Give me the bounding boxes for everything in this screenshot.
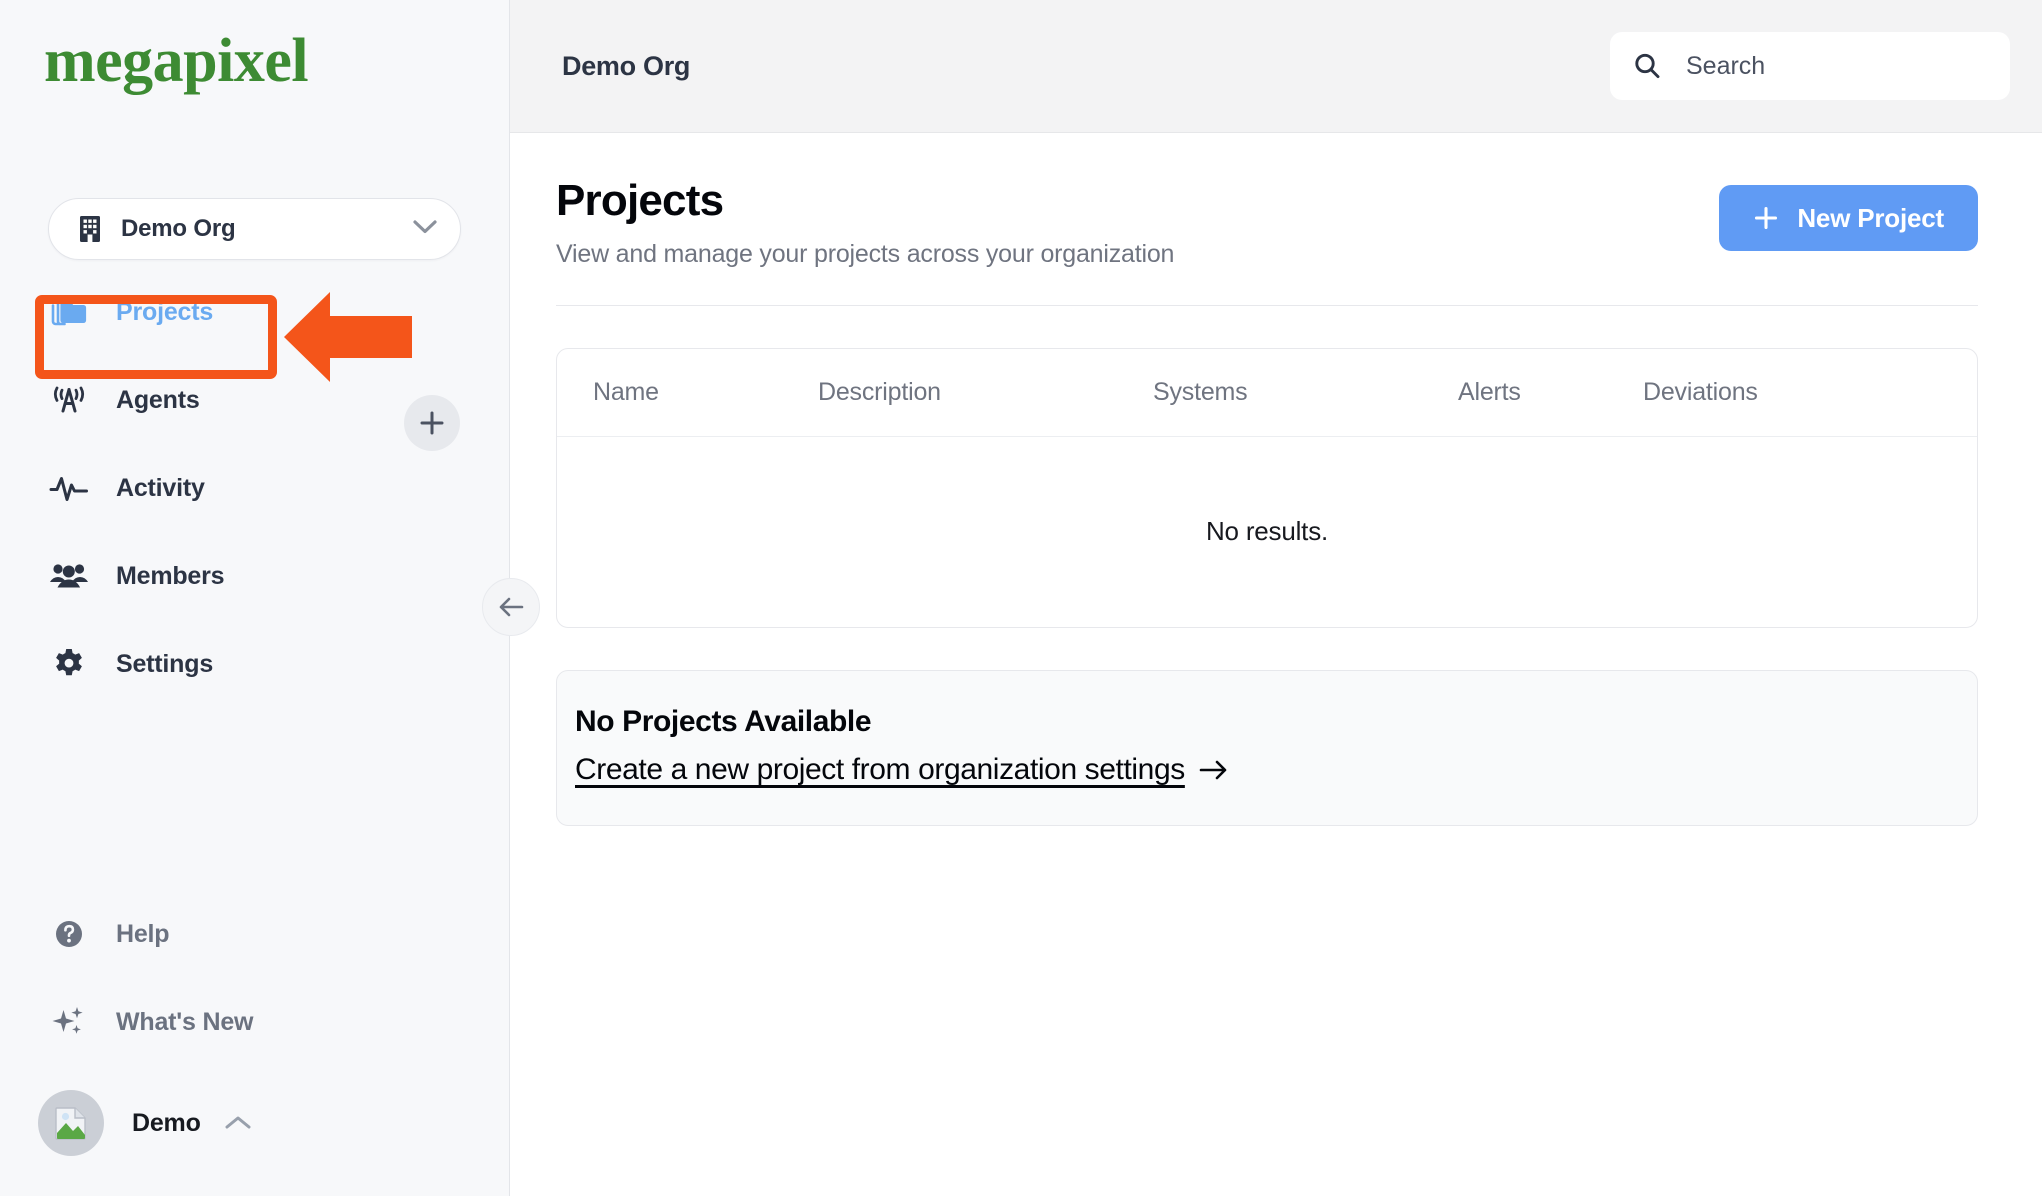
image-placeholder-icon (55, 1107, 86, 1140)
sidebar-item-settings[interactable]: Settings (48, 630, 509, 698)
arrow-left-icon (499, 597, 524, 617)
column-header-description[interactable]: Description (818, 378, 1153, 407)
page-title: Projects (556, 176, 724, 225)
pulse-icon (48, 467, 90, 509)
sidebar-item-projects[interactable]: Projects (48, 278, 509, 346)
user-menu[interactable]: Demo (0, 1076, 509, 1196)
page-subtitle: View and manage your projects across you… (556, 239, 1175, 268)
page-content: Projects View and manage your projects a… (510, 133, 2042, 826)
table-header-row: Name Description Systems Alerts Deviatio… (557, 349, 1977, 437)
add-agent-button[interactable] (404, 395, 460, 451)
collapse-sidebar-button[interactable] (482, 578, 540, 636)
new-project-button-label: New Project (1797, 202, 1944, 233)
page-header: Projects View and manage your projects a… (546, 175, 1978, 269)
chevron-down-icon (412, 219, 438, 240)
folder-icon (48, 291, 90, 333)
brand-logo-text: megapixel (44, 27, 309, 95)
create-project-link[interactable]: Create a new project from organization s… (575, 753, 1229, 787)
secondary-navigation: Help What's New (0, 900, 509, 1076)
sidebar-item-help[interactable]: Help (48, 900, 509, 968)
avatar (38, 1090, 104, 1156)
sidebar-item-label: Projects (116, 297, 214, 326)
brand-logo[interactable]: megapixel (0, 0, 509, 120)
main-area: Demo Org Projects View and manage your p… (510, 0, 2042, 1196)
create-project-link-label: Create a new project from organization s… (575, 752, 1185, 786)
search-box[interactable] (1610, 32, 2010, 100)
org-selector[interactable]: Demo Org (48, 198, 461, 260)
sidebar-item-label: Members (116, 561, 225, 590)
arrow-right-icon (1199, 760, 1227, 780)
app-root: megapixel Demo Org Projects Agents Activ… (0, 0, 2042, 1196)
notice-title: No Projects Available (575, 704, 872, 738)
header-divider (556, 304, 1978, 306)
people-icon (48, 555, 90, 597)
building-icon (75, 215, 105, 243)
sidebar-item-label: Settings (116, 649, 214, 678)
question-circle-icon (48, 913, 90, 955)
projects-table: Name Description Systems Alerts Deviatio… (556, 347, 1978, 628)
sparkles-icon (48, 1001, 90, 1043)
new-project-button[interactable]: New Project (1719, 185, 1978, 251)
gear-icon (48, 643, 90, 685)
sidebar-item-label: Agents (116, 385, 200, 414)
sidebar-item-label: What's New (116, 1007, 254, 1036)
antenna-icon (48, 379, 90, 421)
chevron-up-icon (223, 1114, 253, 1132)
plus-icon (420, 411, 444, 435)
search-input[interactable] (1686, 51, 1988, 81)
no-projects-notice: No Projects Available Create a new proje… (556, 669, 1978, 826)
column-header-deviations[interactable]: Deviations (1643, 378, 1941, 407)
breadcrumb: Demo Org (562, 50, 691, 81)
plus-icon (1755, 206, 1778, 230)
table-empty-state: No results. (1205, 516, 1329, 547)
sidebar: megapixel Demo Org Projects Agents Activ… (0, 0, 540, 1196)
column-header-systems[interactable]: Systems (1153, 378, 1458, 407)
primary-navigation: Projects Agents Activity Members Setting… (0, 278, 509, 718)
org-selector-name: Demo Org (121, 215, 236, 242)
sidebar-item-whats-new[interactable]: What's New (48, 988, 509, 1056)
sidebar-item-members[interactable]: Members (48, 542, 509, 610)
user-name: Demo (132, 1108, 201, 1137)
column-header-alerts[interactable]: Alerts (1458, 378, 1643, 407)
search-icon (1632, 51, 1666, 81)
topbar: Demo Org (510, 0, 2042, 133)
column-header-name[interactable]: Name (593, 378, 818, 407)
sidebar-item-label: Activity (116, 473, 205, 502)
sidebar-item-activity[interactable]: Activity (48, 454, 509, 522)
sidebar-item-label: Help (116, 919, 170, 948)
